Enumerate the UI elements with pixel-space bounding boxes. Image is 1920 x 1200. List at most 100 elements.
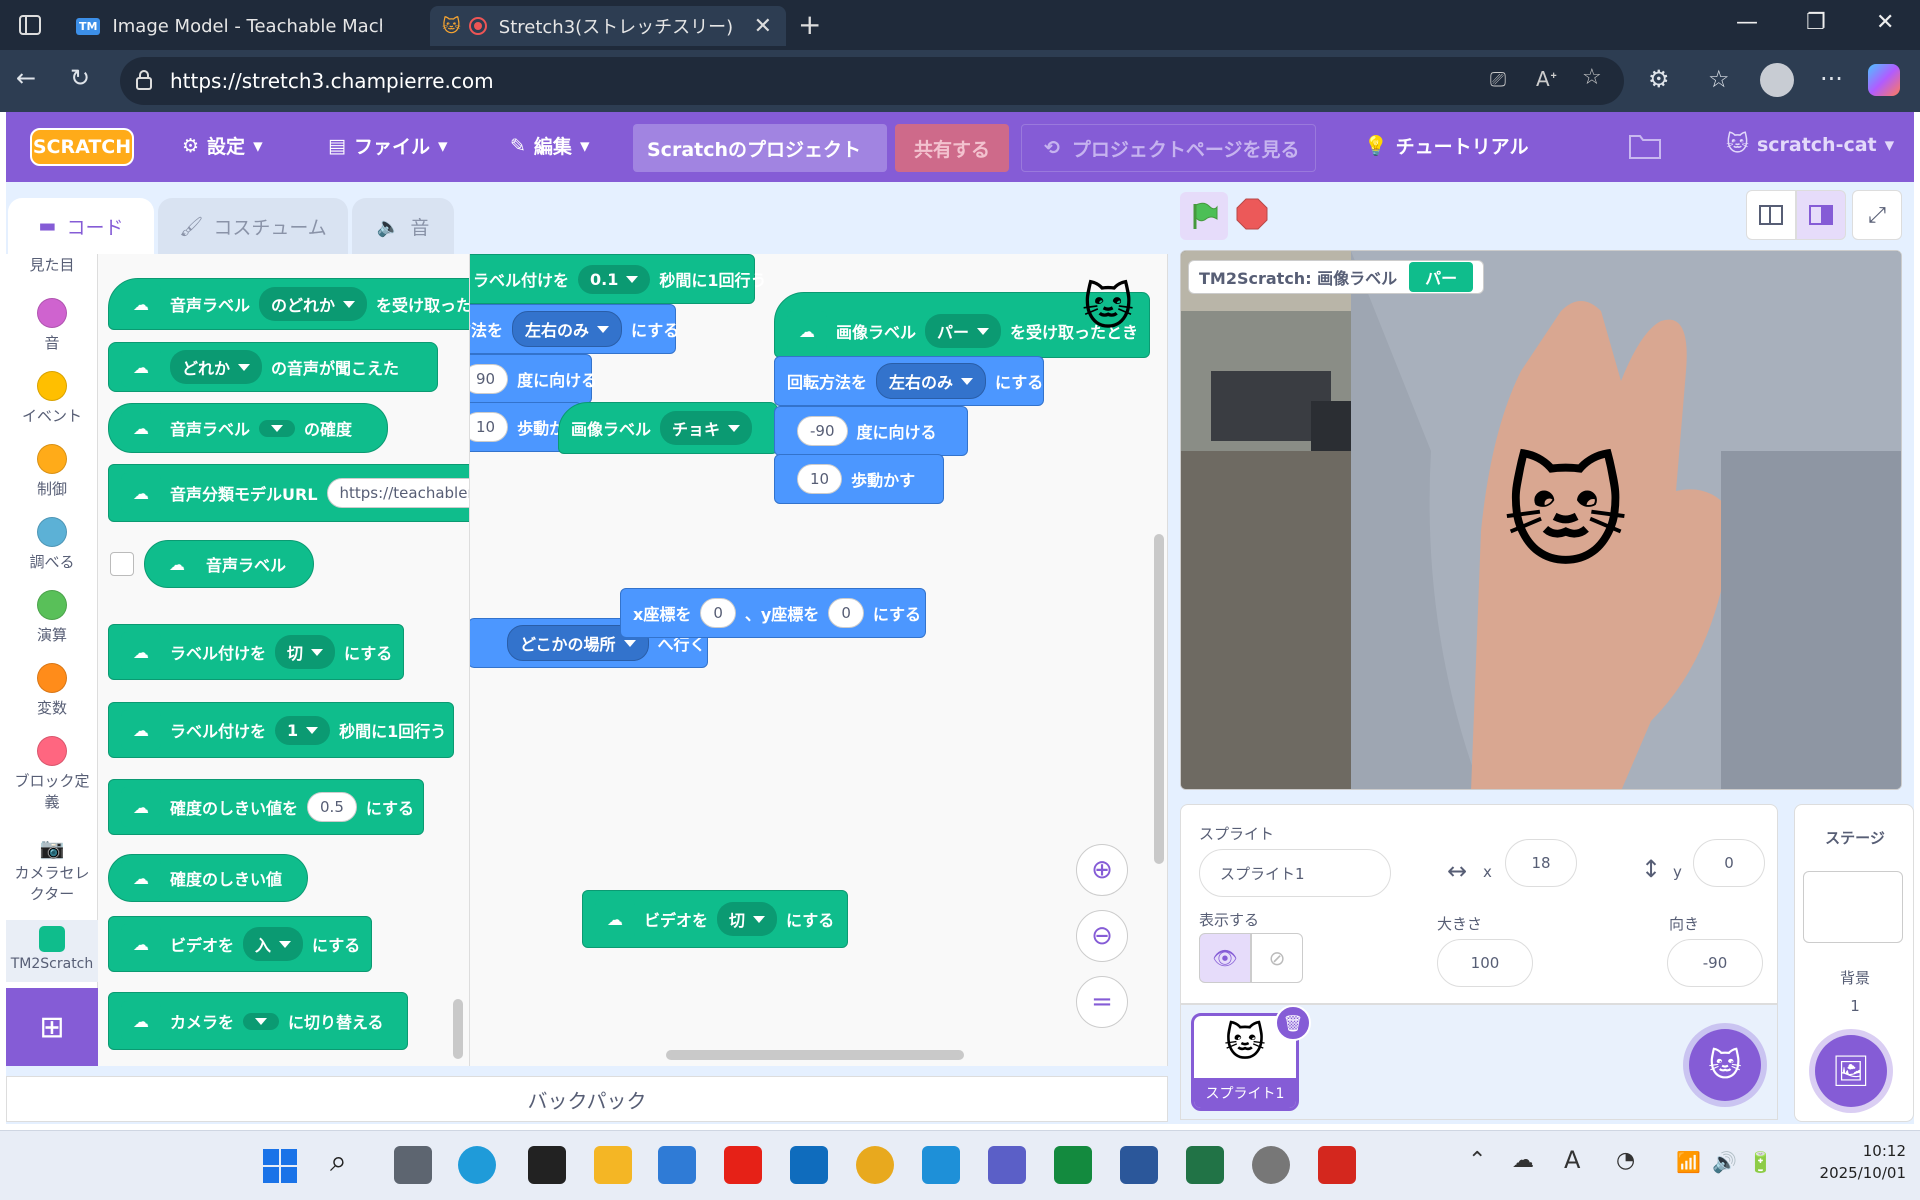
extensions-icon[interactable]: ⚙ [1648, 65, 1670, 93]
back-icon[interactable]: ← [16, 64, 36, 92]
x-input[interactable]: 0 [700, 598, 736, 628]
store-icon[interactable] [658, 1146, 696, 1184]
task-view-icon[interactable] [394, 1146, 432, 1184]
close-window-icon[interactable]: ✕ [1876, 10, 1894, 35]
sprite-name-input[interactable]: スプライト1 [1199, 849, 1391, 897]
browser-tab-stretch3[interactable]: 🐱 Stretch3(ストレッチスリー) ✕ [430, 6, 786, 46]
palette-block-switch-camera[interactable]: ☁ カメラを に切り替える [108, 992, 408, 1050]
project-title-input[interactable]: Scratchのプロジェクト [633, 124, 887, 172]
category-variables[interactable]: 変数 [6, 663, 98, 718]
label-monitor[interactable]: TM2Scratch: 画像ラベル パー [1188, 260, 1485, 294]
workspace-horizontal-scrollbar[interactable] [666, 1050, 964, 1060]
dropdown[interactable]: 切 [717, 902, 778, 936]
code-workspace[interactable]: ラベル付けを0.1秒間に1回行う 回転方法を左右のみにする 90度に向ける 10… [470, 254, 1168, 1066]
dropdown[interactable]: パー [925, 314, 1002, 348]
url-input[interactable]: https://teachablemachine [326, 478, 469, 508]
add-sprite-button[interactable]: 🐱 [1689, 1029, 1761, 1101]
copilot-icon[interactable] [1868, 64, 1900, 96]
palette-block-sound-model-url[interactable]: ☁音声分類モデルURLhttps://teachablemachine [108, 464, 469, 522]
category-sensing[interactable]: 調べる [6, 517, 98, 572]
profile-avatar[interactable] [1760, 63, 1794, 97]
script-block-set-video[interactable]: ☁ ビデオを切にする [582, 890, 848, 948]
dropdown[interactable]: のどれか [259, 287, 368, 321]
chrome-icon[interactable] [856, 1146, 894, 1184]
stage-selector[interactable]: ステージ 背景 1 🖼 [1794, 804, 1914, 1122]
stage-thumbnail[interactable] [1803, 871, 1903, 943]
my-stuff-folder-icon[interactable] [1628, 130, 1662, 160]
large-stage-button[interactable] [1796, 190, 1846, 240]
classroom-icon[interactable] [1054, 1146, 1092, 1184]
new-tab-icon[interactable]: + [798, 8, 821, 41]
workspace-vertical-scrollbar[interactable] [1154, 534, 1164, 864]
network-app-icon[interactable]: ☁ [1512, 1148, 1534, 1173]
tutorials-button[interactable]: 💡 チュートリアル [1364, 132, 1528, 159]
wifi-icon[interactable]: 📶 [1676, 1150, 1701, 1174]
category-operators[interactable]: 演算 [6, 590, 98, 645]
number-input[interactable]: -90 [797, 416, 848, 446]
palette-scrollbar[interactable] [453, 999, 463, 1059]
script-block-move-steps-main[interactable]: 10 歩動かす [774, 454, 944, 504]
category-sound[interactable]: 音 [6, 298, 98, 353]
palette-block-video-toggle[interactable]: ☁ ビデオを入にする [108, 916, 372, 972]
scratch-logo[interactable]: SCRATCH [30, 128, 134, 166]
settings-menu[interactable]: ⚙ 設定 ▾ [182, 132, 263, 159]
volume-icon[interactable]: 🔊 [1712, 1150, 1737, 1174]
share-button[interactable]: 共有する [895, 124, 1009, 172]
palette-block-sound-heard[interactable]: ☁ どれか の音声が聞こえた [108, 342, 438, 392]
dropdown[interactable]: チョキ [660, 411, 753, 445]
refresh-icon[interactable]: ↻ [70, 64, 90, 92]
dropdown[interactable]: 左右のみ [512, 311, 623, 347]
palette-block-when-sound-label[interactable]: ☁音声ラベルのどれかを受け取ったとき [108, 278, 469, 330]
category-camera-selector[interactable]: 📷 カメラセレクター [6, 836, 98, 904]
fullscreen-button[interactable]: ⤢ [1852, 190, 1902, 240]
script-block-point-direction[interactable]: 90 度に向ける [470, 354, 597, 404]
dropdown[interactable]: 1 [275, 715, 331, 745]
stage-canvas[interactable]: 🐱 [1180, 250, 1902, 790]
script-block-image-label-hat[interactable]: 画像ラベル チョキ [558, 402, 778, 454]
category-looks[interactable]: 見た目 [6, 254, 98, 275]
x-position-input[interactable]: 18 [1505, 839, 1577, 887]
clock-app-icon[interactable] [1252, 1146, 1290, 1184]
tab-actions-icon[interactable] [18, 13, 42, 37]
script-block-set-rotation-style[interactable]: 回転方法を 左右のみ にする [774, 356, 1044, 406]
youtube-icon[interactable] [724, 1146, 762, 1184]
y-position-input[interactable]: 0 [1693, 839, 1765, 887]
search-icon[interactable]: ⌕ [330, 1144, 347, 1179]
edge-browser-icon[interactable] [458, 1146, 496, 1184]
small-stage-button[interactable] [1746, 190, 1796, 240]
zoom-reset-button[interactable]: = [1076, 976, 1128, 1028]
show-sprite-button[interactable]: 👁 [1199, 933, 1251, 983]
script-block-rotation-style[interactable]: 回転方法を左右のみにする [470, 304, 679, 354]
ime-icon[interactable]: ◔ [1616, 1148, 1635, 1173]
stop-button[interactable] [1236, 198, 1268, 230]
size-input[interactable]: 100 [1437, 939, 1533, 987]
dropdown[interactable] [259, 419, 296, 437]
dropdown[interactable]: 入 [243, 927, 304, 961]
script-block-labeling-interval[interactable]: ラベル付けを 0.1 秒間に1回行う [470, 254, 767, 304]
account-menu[interactable]: 🐱 scratch-cat ▾ [1726, 132, 1894, 157]
remote-desktop-icon[interactable] [922, 1146, 960, 1184]
camera-in-use-icon[interactable]: ⎚ [1490, 67, 1506, 91]
dropdown[interactable] [243, 1012, 280, 1030]
script-block-go-to-xy[interactable]: x座標を 0 、y座標を 0 にする [620, 588, 926, 638]
ime-mode-icon[interactable]: A [1564, 1146, 1580, 1174]
palette-block-labeling-interval[interactable]: ☁ ラベル付けを 1 秒間に1回行う [108, 702, 454, 758]
zoom-in-button[interactable]: ⊕ [1076, 844, 1128, 896]
palette-block-sound-label-confidence[interactable]: ☁ 音声ラベル の確度 [108, 403, 388, 453]
category-my-blocks[interactable]: ブロック定義 [6, 736, 98, 812]
number-input[interactable]: 10 [797, 464, 843, 494]
number-input[interactable]: 90 [470, 364, 509, 394]
add-extension-button[interactable]: ⊞ [6, 988, 98, 1066]
favorite-star-icon[interactable]: ☆ [1582, 65, 1602, 90]
delete-sprite-button[interactable]: 🗑 [1275, 1005, 1311, 1041]
acrobat-icon[interactable] [1318, 1146, 1356, 1184]
palette-block-sound-label-reporter[interactable]: ☁ 音声ラベル [144, 540, 314, 588]
see-project-page-button[interactable]: ⟲ プロジェクトページを見る [1021, 124, 1316, 172]
monitor-checkbox[interactable] [110, 552, 134, 576]
dropdown[interactable]: 0.1 [578, 264, 651, 294]
system-clock[interactable]: 10:12 2025/10/01 [1796, 1140, 1906, 1184]
edit-menu[interactable]: ✎ 編集 ▾ [510, 132, 589, 159]
backpack-header[interactable]: バックパック [6, 1076, 1168, 1122]
restore-icon[interactable]: ❐ [1806, 10, 1826, 35]
number-input[interactable]: 0.5 [307, 792, 357, 822]
